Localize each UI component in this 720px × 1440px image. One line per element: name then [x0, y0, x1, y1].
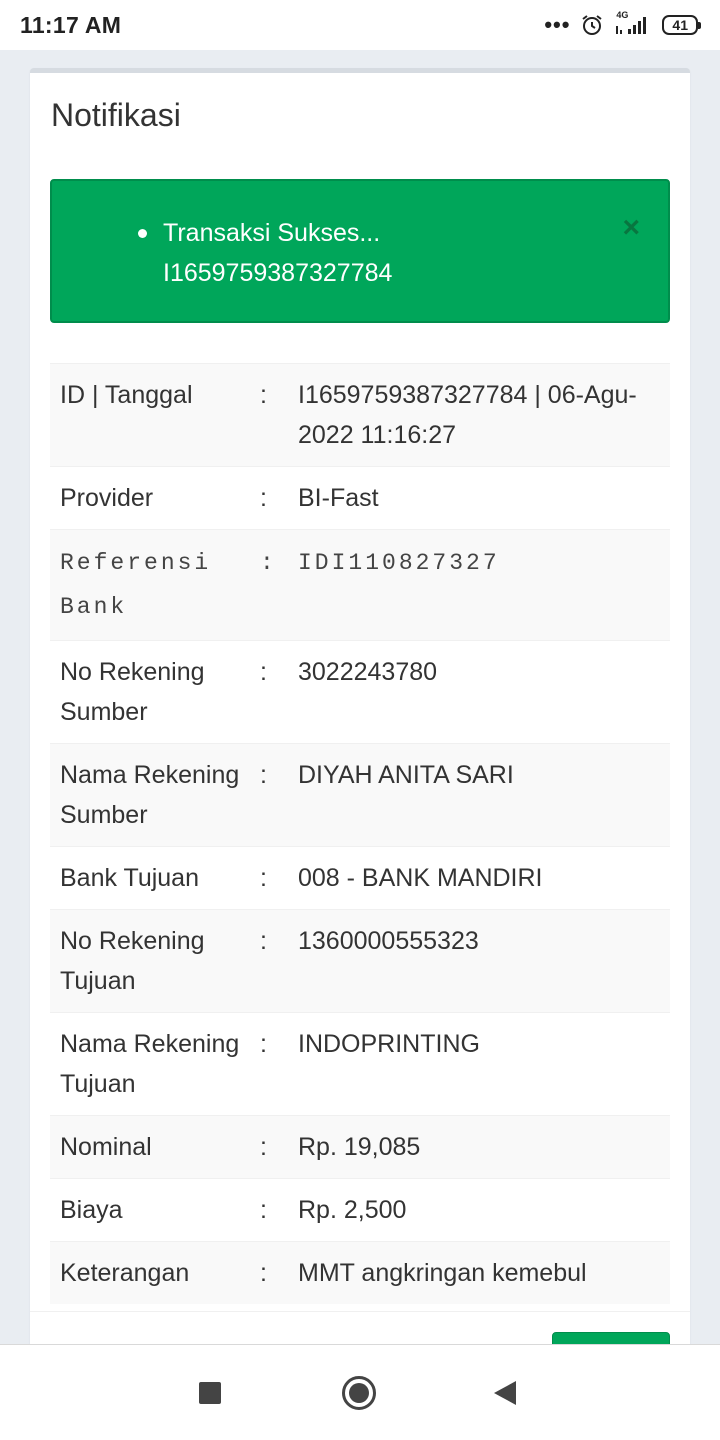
row-separator: :: [260, 484, 267, 512]
signal-icon: 4G: [614, 10, 652, 38]
row-value: Rp. 19,085: [298, 1133, 421, 1161]
alert-message: Transaksi Sukses... I1659759387327784: [163, 213, 603, 293]
table-row: No Rekening Sumber : 3022243780: [50, 640, 670, 744]
table-row: Nominal : Rp. 19,085: [50, 1115, 670, 1179]
row-value: IDI110827327: [298, 550, 500, 576]
page-title: Notifikasi: [51, 97, 181, 133]
alarm-icon: [582, 15, 603, 35]
row-value: 1360000555323: [298, 927, 479, 955]
row-value: MMT angkringan kemebul: [298, 1259, 587, 1287]
table-row: Keterangan : MMT angkringan kemebul: [50, 1241, 670, 1304]
row-separator: :: [260, 381, 267, 409]
more-notifications-icon: •••: [544, 12, 571, 37]
row-value: Rp. 2,500: [298, 1196, 407, 1224]
row-label: Nama Rekening Tujuan: [60, 1030, 240, 1098]
status-icons: ••• 4G 41: [544, 10, 701, 38]
row-label: Keterangan: [60, 1259, 190, 1287]
row-label: Biaya: [60, 1196, 123, 1224]
row-separator: :: [260, 1259, 267, 1287]
table-row: Nama Rekening Tujuan : INDOPRINTING: [50, 1012, 670, 1116]
alert-line-status: Transaksi Sukses...: [163, 219, 381, 247]
recents-icon[interactable]: [199, 1382, 221, 1404]
row-value: DIYAH ANITA SARI: [298, 761, 514, 789]
row-value: 3022243780: [298, 658, 438, 686]
row-separator: :: [260, 761, 267, 789]
home-icon[interactable]: [342, 1376, 376, 1410]
row-label: Nama Rekening Sumber: [60, 761, 240, 829]
row-value: BI-Fast: [298, 484, 379, 512]
row-separator: :: [260, 658, 267, 686]
table-row: Nama Rekening Sumber : DIYAH ANITA SARI: [50, 743, 670, 847]
row-label: No Rekening Tujuan: [60, 927, 205, 995]
table-row: ID | Tanggal : I1659759387327784 | 06-Ag…: [50, 363, 670, 467]
status-time: 11:17 AM: [20, 11, 122, 38]
row-separator: :: [260, 550, 277, 576]
battery-icon: 41: [662, 15, 701, 35]
row-label: No Rekening Sumber: [60, 658, 205, 726]
row-label: Nominal: [60, 1133, 152, 1161]
table-row: No Rekening Tujuan : 1360000555323: [50, 909, 670, 1013]
row-separator: :: [260, 1030, 267, 1058]
back-icon[interactable]: [494, 1381, 516, 1405]
row-label: ID | Tanggal: [60, 381, 193, 409]
row-separator: :: [260, 864, 267, 892]
row-separator: :: [260, 1196, 267, 1224]
status-bar: 11:17 AM ••• 4G 41: [0, 0, 720, 50]
row-separator: :: [260, 1133, 267, 1161]
close-icon[interactable]: ×: [622, 211, 640, 245]
table-row: Provider : BI-Fast: [50, 466, 670, 530]
notification-card: Notifikasi Transaksi Sukses... I16597593…: [30, 68, 690, 1372]
table-row: Biaya : Rp. 2,500: [50, 1178, 670, 1242]
bullet-icon: [138, 229, 147, 238]
success-alert: Transaksi Sukses... I1659759387327784 ×: [50, 179, 670, 323]
row-label: Provider: [60, 484, 154, 512]
alert-line-id: I1659759387327784: [163, 259, 393, 287]
row-label: Referensi Bank: [60, 550, 212, 620]
row-value: I1659759387327784 | 06-Agu-2022 11:16:27: [298, 381, 637, 449]
table-row: Bank Tujuan : 008 - BANK MANDIRI: [50, 846, 670, 910]
transaction-details-table: ID | Tanggal : I1659759387327784 | 06-Ag…: [50, 363, 670, 1304]
table-row: Referensi Bank : IDI110827327: [50, 529, 670, 641]
row-value: INDOPRINTING: [298, 1030, 480, 1058]
system-nav-bar: [0, 1344, 720, 1440]
card-footer-divider: [30, 1311, 690, 1312]
row-separator: :: [260, 927, 267, 955]
row-label: Bank Tujuan: [60, 864, 199, 892]
row-value: 008 - BANK MANDIRI: [298, 864, 543, 892]
